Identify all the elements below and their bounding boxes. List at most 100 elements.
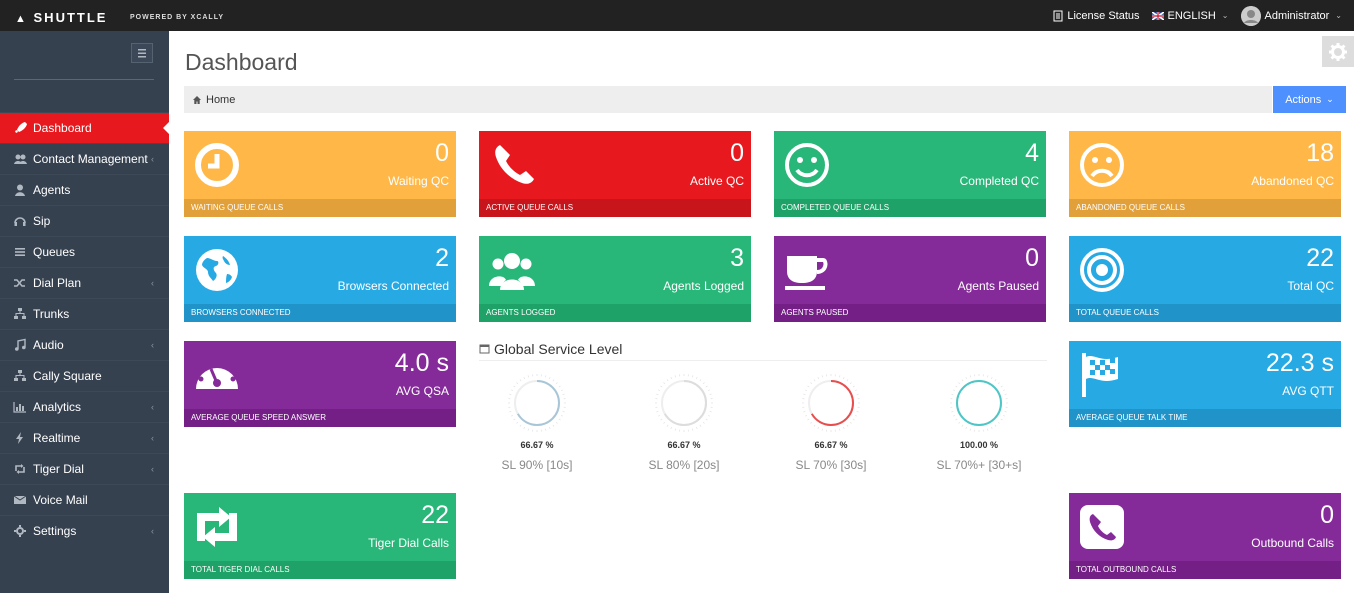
tile-value: 22 [1306,244,1334,272]
service-level-gauge: 66.67 % SL 90% [10s] [477,373,597,472]
chevron-left-icon: ‹ [151,154,154,164]
tile-value: 0 [435,139,449,167]
gear-icon [1329,42,1347,61]
stat-tile-completed-queue-calls[interactable]: 4 Completed QC COMPLETED QUEUE CALLS [774,131,1046,217]
uk-flag-icon [1151,11,1164,20]
sidebar-item-label: Tiger Dial [33,462,84,476]
tile-footer: AGENTS PAUSED [774,304,1046,322]
tile-label: AVG QTT [1282,384,1334,398]
calendar-icon [479,344,490,354]
flag-icon [1082,353,1118,397]
avatar [1240,5,1261,26]
sidebar-item-dial-plan[interactable]: Dial Plan ‹ [0,267,169,298]
tile-footer: TOTAL OUTBOUND CALLS [1069,561,1341,579]
dashboard-icon [196,360,238,389]
music-icon [13,338,27,352]
home-icon [193,95,201,104]
stat-tile-total-outbound-calls[interactable]: 0 Outbound Calls TOTAL OUTBOUND CALLS [1069,493,1341,579]
phone-icon [495,145,534,184]
sidebar-item-contact-management[interactable]: Contact Management ‹ [0,143,169,174]
user-menu[interactable]: Administrator ⌄ [1240,5,1342,26]
sidebar-item-label: Contact Management [33,152,148,166]
sidebar-item-audio[interactable]: Audio ‹ [0,329,169,360]
tile-footer: TOTAL QUEUE CALLS [1069,304,1341,322]
main-content: Dashboard Home Actions ⌄ 0 Waiting QC WAIT… [169,31,1354,593]
breadcrumb: Home [184,86,1272,113]
sidebar-toggle-button[interactable] [131,43,153,63]
sidebar-item-tiger-dial[interactable]: Tiger Dial ‹ [0,453,169,484]
gauge-ring [950,374,1008,432]
sidebar-item-label: Realtime [33,431,81,445]
tile-value: 3 [730,244,744,272]
sidebar-item-label: Dashboard [33,121,92,135]
sidebar-item-label: Queues [33,245,76,259]
stat-tile-abandoned-queue-calls[interactable]: 18 Abandoned QC ABANDONED QUEUE CALLS [1069,131,1341,217]
sidebar-item-label: Sip [33,214,51,228]
stat-tile-agents-logged[interactable]: 3 Agents Logged AGENTS LOGGED [479,236,751,322]
license-status-link[interactable]: License Status [1053,10,1140,22]
sidebar-item-agents[interactable]: Agents [0,174,169,205]
gauge-percent: 100.00 % [959,440,999,450]
tile-footer: ABANDONED QUEUE CALLS [1069,199,1341,217]
smile-icon [785,143,829,187]
stat-tile-active-queue-calls[interactable]: 0 Active QC ACTIVE QUEUE CALLS [479,131,751,217]
service-level-gauge: 100.00 % SL 70%+ [30+s] [919,373,1039,472]
sidebar-item-settings[interactable]: Settings ‹ [0,515,169,546]
sidebar-item-label: Cally Square [33,369,102,383]
stat-tile-average-queue-speed-answer[interactable]: 4.0 s AVG QSA AVERAGE QUEUE SPEED ANSWER [184,341,456,427]
gauge-percent: 66.67 % [667,440,701,450]
cog-icon [13,524,27,538]
bolt-icon [13,431,27,445]
sidebar-item-analytics[interactable]: Analytics ‹ [0,391,169,422]
stat-tile-browsers-connected[interactable]: 2 Browsers Connected BROWSERS CONNECTED [184,236,456,322]
sidebar-item-queues[interactable]: Queues [0,236,169,267]
sidebar-item-voice-mail[interactable]: Voice Mail [0,484,169,515]
powered-by: POWERED BY XCALLY [130,14,225,21]
tile-label: Active QC [689,174,744,188]
service-level-gauge: 66.67 % SL 70% [30s] [771,373,891,472]
tile-value: 22.3 s [1265,349,1334,377]
sidebar-item-cally-square[interactable]: Cally Square [0,360,169,391]
globe-icon [196,249,238,291]
settings-button[interactable] [1322,36,1354,67]
frown-icon [1080,143,1124,187]
app-logo[interactable]: ▲ SHUTTLE [15,10,107,25]
stat-tile-total-tiger-dial-calls[interactable]: 22 Tiger Dial Calls TOTAL TIGER DIAL CALLS [184,493,456,579]
actions-button[interactable]: Actions ⌄ [1273,86,1346,113]
tile-label: Total QC [1287,279,1334,293]
stat-tile-average-queue-talk-time[interactable]: 22.3 s AVG QTT AVERAGE QUEUE TALK TIME [1069,341,1341,427]
document-icon [1053,10,1063,21]
chevron-down-icon: ⌄ [1335,11,1342,20]
sidebar-item-realtime[interactable]: Realtime ‹ [0,422,169,453]
chevron-down-icon: ⌄ [1221,11,1229,20]
gauge-label: SL 70% [30s] [795,458,867,472]
rocket-logo-icon: ▲ [15,13,28,25]
sidebar-item-label: Trunks [33,307,70,321]
tile-value: 0 [1025,244,1039,272]
gauge-label: SL 90% [10s] [501,458,573,472]
sidebar-item-sip[interactable]: Sip [0,205,169,236]
tile-footer: AVERAGE QUEUE SPEED ANSWER [184,409,456,427]
sidebar-item-trunks[interactable]: Trunks [0,298,169,329]
sidebar-item-dashboard[interactable]: Dashboard [0,112,170,143]
sidebar-divider [14,79,154,80]
list-icon [13,245,27,259]
page-title: Dashboard [185,49,298,75]
stat-tile-waiting-queue-calls[interactable]: 0 Waiting QC WAITING QUEUE CALLS [184,131,456,217]
language-selector[interactable]: ENGLISH ⌄ [1151,10,1229,22]
retweet-icon [197,507,237,547]
bar-chart-icon [13,400,27,414]
menu-icon [138,49,146,58]
group-icon [489,253,535,290]
tile-label: Outbound Calls [1251,536,1334,550]
stat-tile-total-queue-calls[interactable]: 22 Total QC TOTAL QUEUE CALLS [1069,236,1341,322]
stat-tile-agents-paused[interactable]: 0 Agents Paused AGENTS PAUSED [774,236,1046,322]
tile-label: Abandoned QC [1251,174,1334,188]
gauge-ring [508,374,566,432]
tile-value: 2 [435,244,449,272]
breadcrumb-home-link[interactable]: Home [206,94,235,106]
tile-footer: WAITING QUEUE CALLS [184,199,456,217]
tile-label: Browsers Connected [337,279,449,293]
chevron-left-icon: ‹ [151,278,154,288]
service-level-gauge: 66.67 % SL 80% [20s] [624,373,744,472]
